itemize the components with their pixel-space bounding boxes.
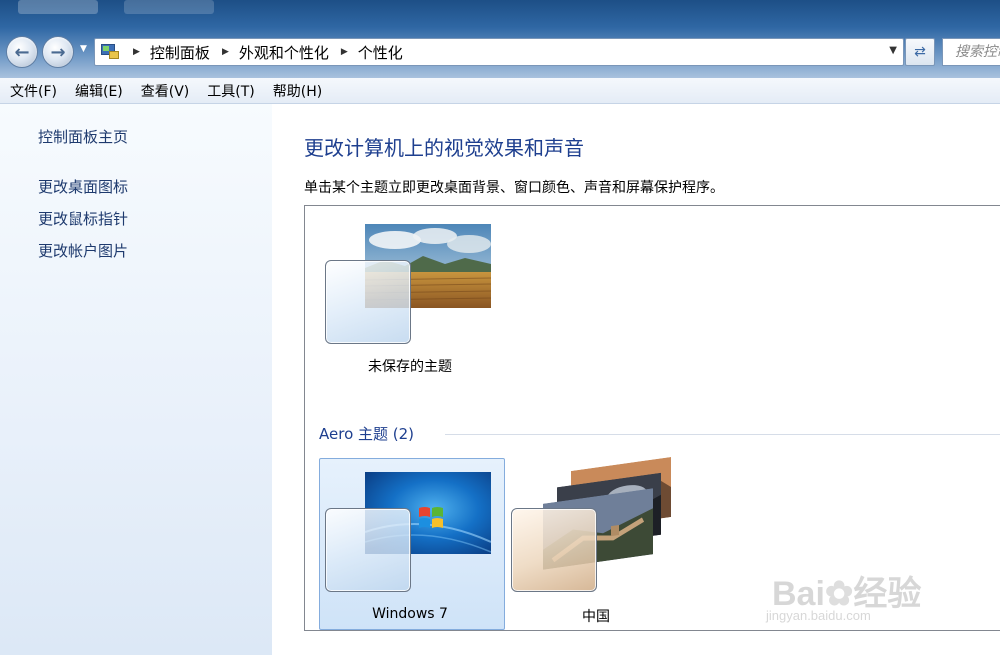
menu-bar: 文件(F) 编辑(E) 查看(V) 工具(T) 帮助(H)	[0, 78, 1000, 104]
menu-edit[interactable]: 编辑(E)	[75, 81, 123, 101]
main-content: 更改计算机上的视觉效果和声音 单击某个主题立即更改桌面背景、窗口颜色、声音和屏幕…	[272, 104, 1000, 655]
arrow-left-icon: ←	[14, 41, 30, 63]
task-sidebar: 控制面板主页 更改桌面图标 更改鼠标指针 更改帐户图片	[0, 104, 272, 655]
window-title-ghost	[124, 0, 214, 14]
arrow-right-icon: →	[50, 41, 66, 63]
window-chrome: ← → ▼ ▶ 控制面板 ▶ 外观和个性化 ▶ 个性化 ▼ ⇄ 搜索控制	[0, 0, 1000, 78]
chevron-right-icon[interactable]: ▶	[341, 47, 348, 57]
refresh-button[interactable]: ⇄	[905, 38, 935, 66]
menu-view[interactable]: 查看(V)	[141, 81, 190, 101]
breadcrumb: ▶ 控制面板 ▶ 外观和个性化 ▶ 个性化	[121, 42, 403, 63]
sidebar-link-control-panel-home[interactable]: 控制面板主页	[38, 126, 128, 147]
breadcrumb-personalization[interactable]: 个性化	[358, 42, 403, 63]
menu-tools[interactable]: 工具(T)	[207, 81, 254, 101]
theme-label: 未保存的主题	[368, 359, 452, 375]
theme-china[interactable]: 中国	[511, 456, 701, 628]
menu-help[interactable]: 帮助(H)	[273, 81, 322, 101]
address-bar[interactable]: ▶ 控制面板 ▶ 外观和个性化 ▶ 个性化 ▼	[94, 38, 904, 66]
menu-file[interactable]: 文件(F)	[10, 81, 57, 101]
window-color-preview	[325, 508, 411, 592]
window-color-preview	[511, 508, 597, 592]
theme-gallery: 未保存的主题 Aero 主题 (2) Windows 7 中国	[304, 205, 1000, 631]
window-title-ghost	[18, 0, 98, 14]
theme-windows-7[interactable]: Windows 7	[325, 468, 495, 628]
theme-label: 中国	[582, 609, 610, 625]
sidebar-link-mouse-pointers[interactable]: 更改鼠标指针	[38, 208, 128, 229]
chevron-down-icon[interactable]: ▼	[889, 45, 897, 56]
page-description: 单击某个主题立即更改桌面背景、窗口颜色、声音和屏幕保护程序。	[304, 180, 724, 196]
refresh-icon: ⇄	[914, 44, 926, 60]
search-placeholder: 搜索控制	[955, 44, 1000, 60]
page-title: 更改计算机上的视觉效果和声音	[304, 136, 584, 160]
back-button[interactable]: ←	[6, 36, 38, 68]
sidebar-link-desktop-icons[interactable]: 更改桌面图标	[38, 176, 128, 197]
breadcrumb-control-panel[interactable]: 控制面板	[150, 42, 210, 63]
forward-button[interactable]: →	[42, 36, 74, 68]
aero-themes-group-header[interactable]: Aero 主题 (2)	[319, 423, 414, 444]
window-color-preview	[325, 260, 411, 344]
control-panel-icon	[101, 44, 121, 60]
breadcrumb-appearance[interactable]: 外观和个性化	[239, 42, 329, 63]
recent-pages-dropdown[interactable]: ▼	[80, 44, 90, 56]
theme-label: Windows 7	[372, 606, 448, 622]
chevron-right-icon: ▶	[133, 47, 140, 57]
group-label: Aero 主题 (2)	[319, 425, 415, 443]
sidebar-link-account-picture[interactable]: 更改帐户图片	[38, 240, 128, 261]
chevron-right-icon[interactable]: ▶	[222, 47, 229, 57]
search-input[interactable]: 搜索控制	[942, 38, 1000, 66]
theme-unsaved[interactable]: 未保存的主题	[325, 222, 495, 382]
group-divider	[445, 434, 1000, 435]
